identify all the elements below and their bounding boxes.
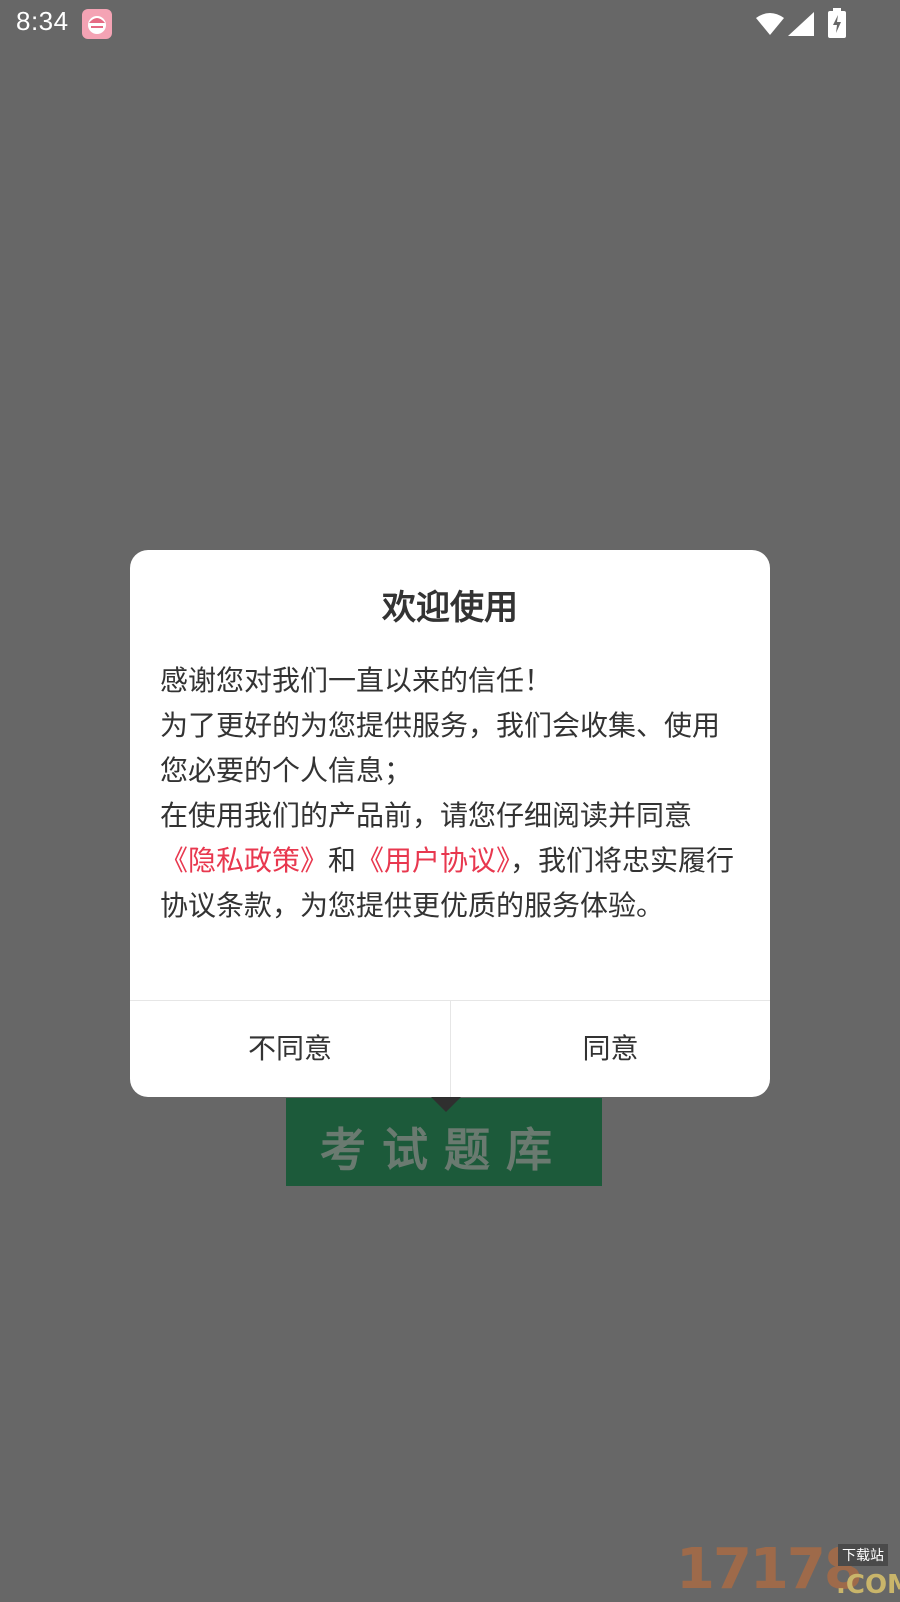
status-bar: 8:34 [0, 0, 900, 48]
dialog-message: 感谢您对我们一直以来的信任！ 为了更好的为您提供服务，我们会收集、使用您必要的个… [160, 658, 740, 928]
wifi-icon [756, 12, 784, 40]
dialog-line-thanks: 感谢您对我们一直以来的信任！ [160, 664, 553, 697]
agree-button[interactable]: 同意 [451, 1001, 770, 1097]
privacy-policy-link[interactable]: 《隐私政策》 [160, 844, 328, 877]
app-notification-icon [82, 9, 112, 39]
privacy-dialog: 欢迎使用 感谢您对我们一直以来的信任！ 为了更好的为您提供服务，我们会收集、使用… [130, 550, 770, 1097]
watermark-tag: 下载站 [838, 1544, 888, 1566]
dialog-line-agreement: 在使用我们的产品前，请您仔细阅读并同意《隐私政策》和《用户协议》，我们将忠实履行… [160, 793, 740, 928]
dialog-and-text: 和 [328, 844, 357, 877]
dialog-title: 欢迎使用 [382, 588, 518, 628]
watermark-suffix: .COM [836, 1570, 900, 1600]
user-agreement-link[interactable]: 《用户协议》 [356, 844, 510, 877]
battery-charging-icon [828, 8, 846, 42]
watermark-logo: 17178 下载站 .COM [676, 1537, 900, 1602]
dialog-agreement-prefix: 在使用我们的产品前，请您仔细阅读并同意 [160, 799, 693, 832]
splash-title: 考试题库 [320, 1123, 568, 1177]
status-time: 8:34 [16, 6, 69, 36]
watermark-digits: 17178 [676, 1537, 863, 1602]
disagree-button[interactable]: 不同意 [130, 1001, 450, 1097]
dialog-line-data-collection: 为了更好的为您提供服务，我们会收集、使用您必要的个人信息； [160, 709, 721, 787]
signal-icon [788, 12, 814, 40]
